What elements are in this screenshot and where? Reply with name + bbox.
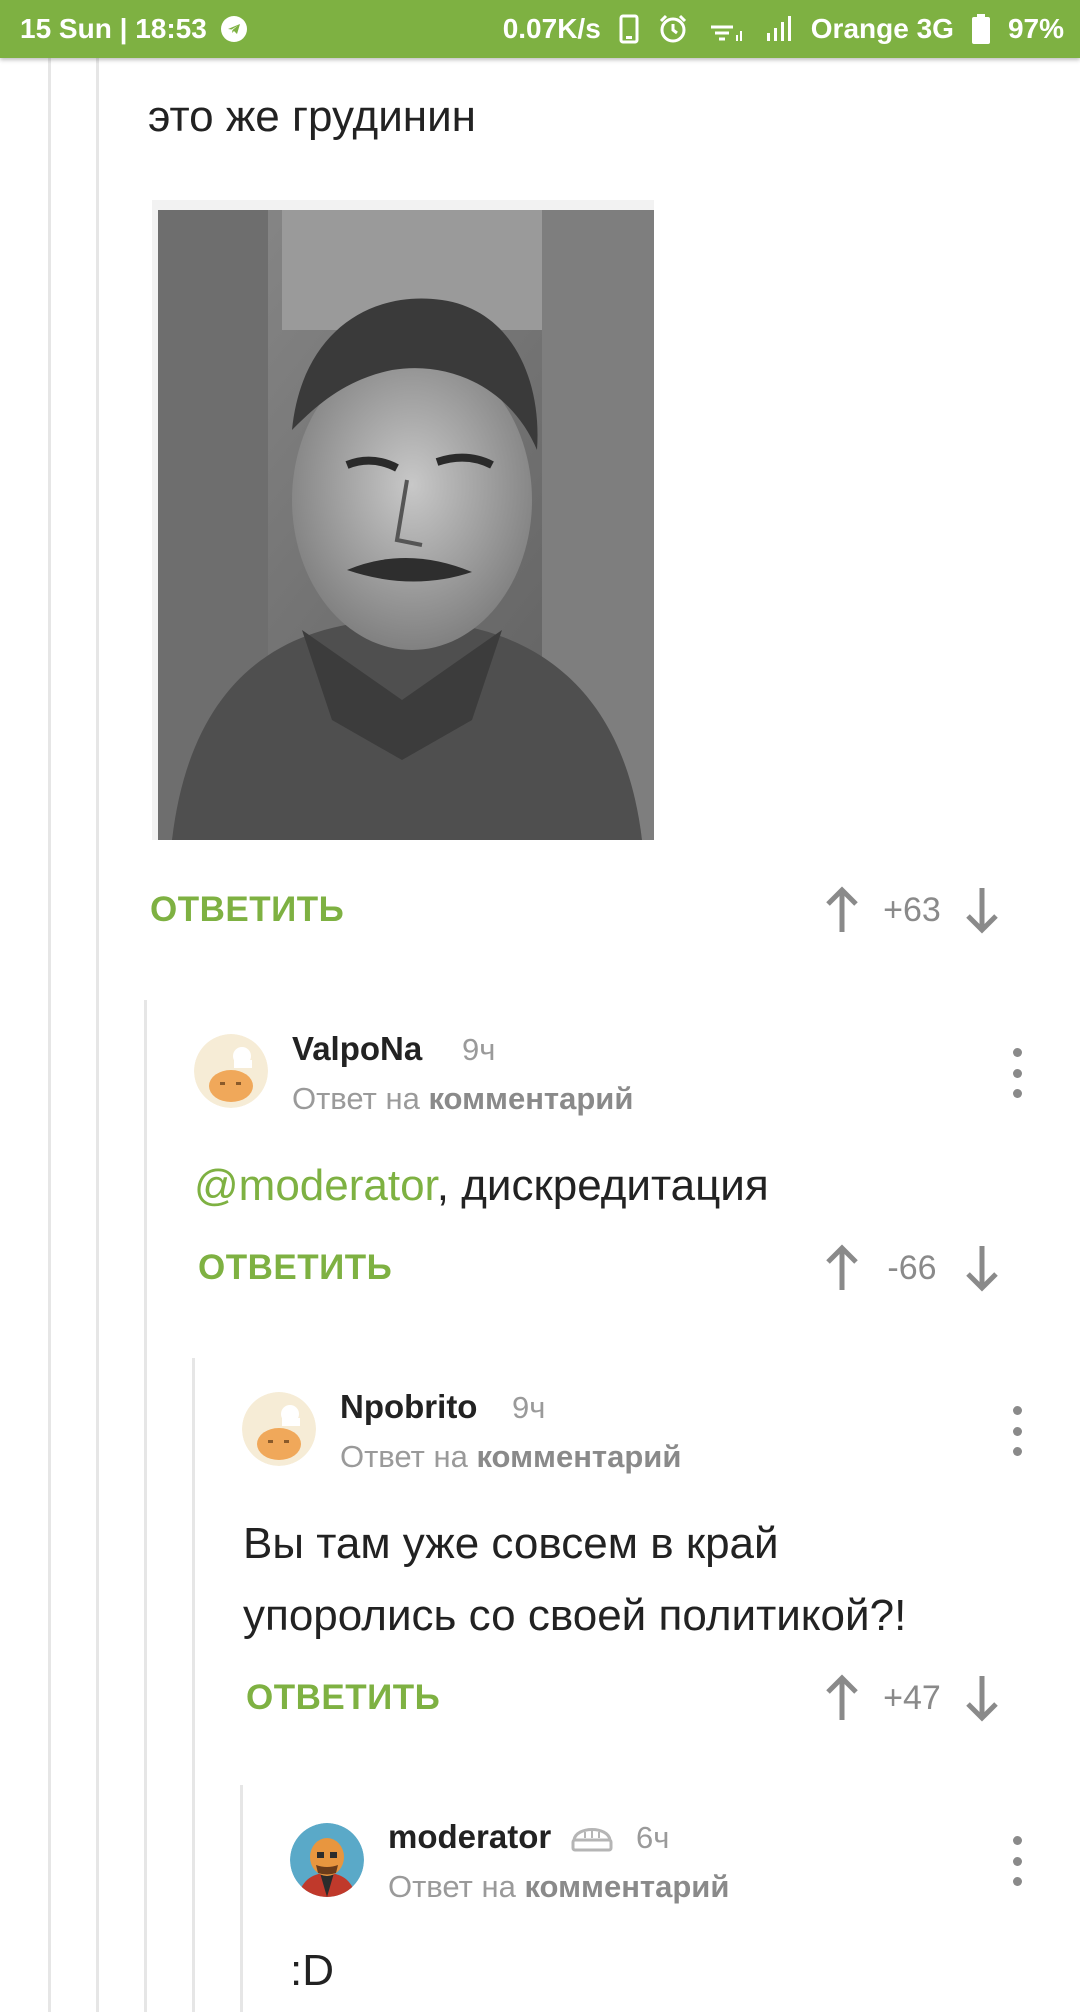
reply-to-prefix: Ответ на [340,1439,468,1474]
arrow-down-icon[interactable] [960,1673,1004,1723]
avatar[interactable] [290,1823,364,1897]
score: +47 [883,1678,941,1717]
reply-button[interactable]: ОТВЕТИТЬ [150,890,344,930]
thread-line-level-3 [144,1000,147,2012]
score: +63 [883,890,941,929]
vote-controls: +47 [820,1673,1004,1723]
comment-text: @moderator, дискредитация [194,1150,769,1222]
battery-percent: 97% [1007,13,1064,44]
avatar[interactable] [242,1392,316,1466]
reply-button[interactable]: ОТВЕТИТЬ [246,1678,440,1718]
reply-to-link[interactable]: комментарий [428,1081,633,1116]
comment-text-line: упоролись со своей политикой?! [243,1591,907,1640]
wifi-icon [707,15,747,43]
pie-badge-icon [570,1818,614,1856]
comment-text: :D [290,1946,334,1995]
score: -66 [887,1248,937,1287]
signal-icon [765,15,793,43]
comment-time: 9ч [512,1390,546,1425]
battery-icon [971,14,990,44]
vote-controls: +63 [820,885,1004,935]
more-vertical-icon[interactable] [1007,1836,1027,1886]
alarm-icon [657,13,689,45]
comment-text-body: , дискредитация [436,1161,769,1210]
status-date-time: 15 Sun | 18:53 [20,13,207,44]
comment-text: это же грудинин [148,92,476,141]
mention-link[interactable]: @moderator [194,1161,437,1210]
more-vertical-icon[interactable] [1007,1406,1027,1456]
comment-photo[interactable] [152,200,654,840]
arrow-down-icon[interactable] [960,1243,1004,1293]
username[interactable]: ValpoNa [292,1030,422,1068]
arrow-up-icon[interactable] [820,1243,864,1293]
comment-time: 9ч [462,1032,496,1067]
username[interactable]: moderator [388,1818,551,1856]
arrow-up-icon[interactable] [820,885,864,935]
reply-to-line: Ответ на комментарий [388,1869,729,1905]
more-vertical-icon[interactable] [1007,1048,1027,1098]
reply-to-prefix: Ответ на [388,1869,516,1904]
thread-line-level-1 [48,58,51,2012]
thread-line-level-5 [240,1785,243,2012]
reply-to-prefix: Ответ на [292,1081,420,1116]
reply-to-line: Ответ на комментарий [340,1439,681,1475]
username[interactable]: Npobrito [340,1388,477,1426]
reply-to-line: Ответ на комментарий [292,1081,633,1117]
reply-to-link[interactable]: комментарий [524,1869,729,1904]
comment-text-line: Вы там уже совсем в край [243,1519,779,1568]
thread-line-level-2 [96,58,99,2012]
comment-text: Вы там уже совсем в край упоролись со св… [243,1508,906,1652]
telegram-icon [220,16,247,42]
arrow-up-icon[interactable] [820,1673,864,1723]
reply-button[interactable]: ОТВЕТИТЬ [198,1248,392,1288]
thread-line-level-4 [192,1358,195,2012]
avatar[interactable] [194,1034,268,1108]
status-bar: 15 Sun | 18:53 0.07K/s Orange 3G 97% [0,0,1080,58]
comment-time: 6ч [636,1820,670,1855]
network-speed: 0.07K/s [502,13,601,44]
carrier-name: Orange 3G [810,13,954,44]
phone-icon [619,14,639,44]
vote-controls: -66 [820,1243,1004,1293]
reply-to-link[interactable]: комментарий [476,1439,681,1474]
arrow-down-icon[interactable] [960,885,1004,935]
